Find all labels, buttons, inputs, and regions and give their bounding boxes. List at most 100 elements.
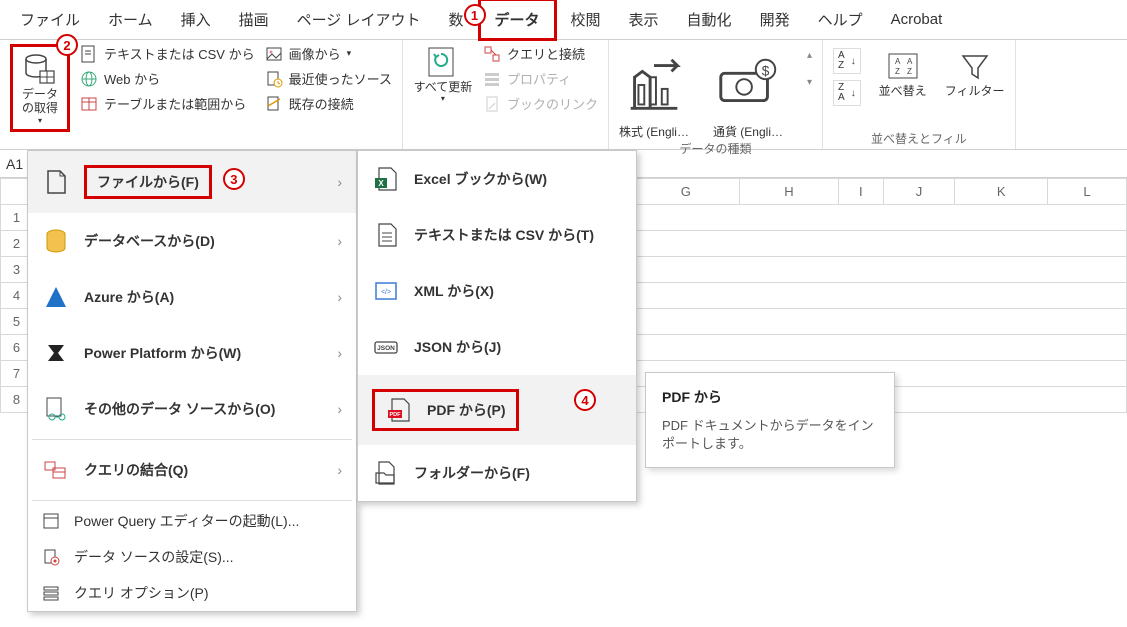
chevron-right-icon: › (337, 401, 342, 417)
refresh-all-button[interactable]: すべて更新▾ (413, 44, 473, 104)
refresh-icon (425, 44, 461, 80)
queries-icon (483, 45, 501, 63)
json-file-icon: JSON (372, 333, 400, 361)
power-platform-icon (42, 339, 70, 367)
submenu-from-xml[interactable]: </> XML から(X) (358, 263, 636, 319)
chevron-right-icon: › (337, 345, 342, 361)
chevron-right-icon: › (337, 174, 342, 190)
from-web-button[interactable]: Web から (80, 69, 255, 88)
stocks-data-type[interactable]: 株式 (Engli… (619, 50, 689, 140)
annotation-3: 3 (223, 168, 245, 190)
tooltip-title: PDF から (662, 387, 878, 407)
recent-sources-button[interactable]: 最近使ったソース (265, 69, 392, 88)
from-text-csv-button[interactable]: テキストまたは CSV から (80, 44, 255, 63)
stocks-icon (619, 107, 689, 123)
svg-text:PDF: PDF (390, 412, 402, 418)
get-data-label: データの取得 (17, 87, 63, 116)
combine-icon (42, 456, 70, 484)
existing-connections-button[interactable]: 既存の接続 (265, 94, 392, 113)
queries-connections-button[interactable]: クエリと接続 (483, 44, 598, 63)
svg-text:A: A (895, 57, 901, 66)
menu-launch-pq-editor[interactable]: Power Query エディターの起動(L)... (28, 503, 356, 539)
filter-button[interactable]: フィルター (945, 48, 1005, 98)
other-sources-icon (42, 395, 70, 423)
sort-icon: AZAZ (885, 48, 921, 84)
connection-icon (265, 95, 283, 113)
ribbon-tabbar: ファイル ホーム 挿入 描画 ページ レイアウト 数 1 データ 校閲 表示 自… (0, 0, 1127, 40)
col-header-j[interactable]: J (883, 179, 955, 205)
file-icon (42, 168, 70, 196)
submenu-from-excel-workbook[interactable]: X Excel ブックから(W) (358, 151, 636, 207)
scroll-up-icon[interactable]: ▴ (807, 50, 812, 61)
sort-za-icon: ZA (838, 83, 845, 103)
tab-review[interactable]: 校閲 (557, 1, 615, 38)
tab-page-layout[interactable]: ページ レイアウト (283, 1, 435, 38)
pdf-file-icon: PDF (385, 396, 413, 424)
tab-file[interactable]: ファイル (6, 1, 94, 38)
xml-file-icon: </> (372, 277, 400, 305)
menu-from-database[interactable]: データベースから(D) › (28, 213, 356, 269)
col-header-k[interactable]: K (955, 179, 1048, 205)
svg-text:X: X (378, 179, 384, 188)
currency-icon: $ (713, 107, 783, 123)
database-icon (22, 51, 58, 87)
workbook-links-button: ブックのリンク (483, 94, 598, 113)
tab-acrobat[interactable]: Acrobat (877, 3, 957, 36)
properties-icon (483, 70, 501, 88)
settings-file-icon (42, 548, 60, 566)
menu-from-other-sources[interactable]: その他のデータ ソースから(O) › (28, 381, 356, 437)
chevron-down-icon: ▾ (38, 116, 42, 126)
options-icon (42, 584, 60, 602)
menu-from-file[interactable]: ファイルから(F) 3 › (28, 151, 356, 213)
menu-from-azure[interactable]: Azure から(A) › (28, 269, 356, 325)
menu-data-source-settings[interactable]: データ ソースの設定(S)... (28, 539, 356, 575)
tooltip: PDF から PDF ドキュメントからデータをインポートします。 (645, 372, 895, 468)
properties-button: プロパティ (483, 69, 598, 88)
col-header-h[interactable]: H (739, 179, 839, 205)
menu-combine-queries[interactable]: クエリの結合(Q) › (28, 442, 356, 498)
tab-draw[interactable]: 描画 (225, 1, 283, 38)
table-icon (80, 95, 98, 113)
annotation-1: 1 (464, 4, 486, 26)
sort-button[interactable]: AZAZ 並べ替え (873, 48, 933, 98)
link-icon (483, 95, 501, 113)
sort-ascending-button[interactable]: AZ↓ (833, 48, 861, 74)
database-icon (42, 227, 70, 255)
currencies-data-type[interactable]: $ 通貨 (Engli… (713, 50, 783, 140)
submenu-from-text-csv[interactable]: テキストまたは CSV から(T) (358, 207, 636, 263)
ribbon: 2 データの取得 ▾ テキストまたは CSV から Web から テーブルまたは… (0, 40, 1127, 150)
submenu-from-pdf[interactable]: PDF PDF から(P) 4 (358, 375, 636, 445)
col-header-i[interactable]: I (839, 179, 883, 205)
submenu-from-folder[interactable]: フォルダーから(F) (358, 445, 636, 501)
from-picture-button[interactable]: 画像から▾ (265, 44, 392, 63)
menu-from-power-platform[interactable]: Power Platform から(W) › (28, 325, 356, 381)
scroll-down-icon[interactable]: ▾ (807, 77, 812, 88)
chevron-right-icon: › (337, 289, 342, 305)
tab-insert[interactable]: 挿入 (167, 1, 225, 38)
excel-file-icon: X (372, 165, 400, 193)
svg-text:</>: </> (381, 289, 391, 296)
chevron-right-icon: › (337, 233, 342, 249)
get-data-menu: ファイルから(F) 3 › データベースから(D) › Azure から(A) … (27, 150, 357, 612)
chevron-right-icon: › (337, 462, 342, 478)
sort-filter-group-label: 並べ替えとフィル (833, 130, 1005, 147)
svg-text:JSON: JSON (377, 345, 395, 352)
submenu-from-json[interactable]: JSON JSON から(J) (358, 319, 636, 375)
col-header-g[interactable]: G (633, 179, 740, 205)
tab-developer[interactable]: 開発 (746, 1, 804, 38)
tab-help[interactable]: ヘルプ (804, 1, 877, 38)
tab-home[interactable]: ホーム (94, 1, 167, 38)
svg-text:A: A (907, 57, 913, 66)
svg-text:$: $ (762, 63, 770, 78)
sort-descending-button[interactable]: ZA↓ (833, 80, 861, 106)
col-header-l[interactable]: L (1048, 179, 1127, 205)
tab-automate[interactable]: 自動化 (673, 1, 746, 38)
tab-data[interactable]: データ (478, 0, 557, 41)
annotation-2: 2 (56, 34, 78, 56)
menu-query-options[interactable]: クエリ オプション(P) (28, 575, 356, 611)
tab-view[interactable]: 表示 (615, 1, 673, 38)
get-data-button[interactable]: データの取得 ▾ (10, 44, 70, 132)
annotation-4: 4 (574, 389, 596, 411)
from-table-range-button[interactable]: テーブルまたは範囲から (80, 94, 255, 113)
recent-icon (265, 70, 283, 88)
